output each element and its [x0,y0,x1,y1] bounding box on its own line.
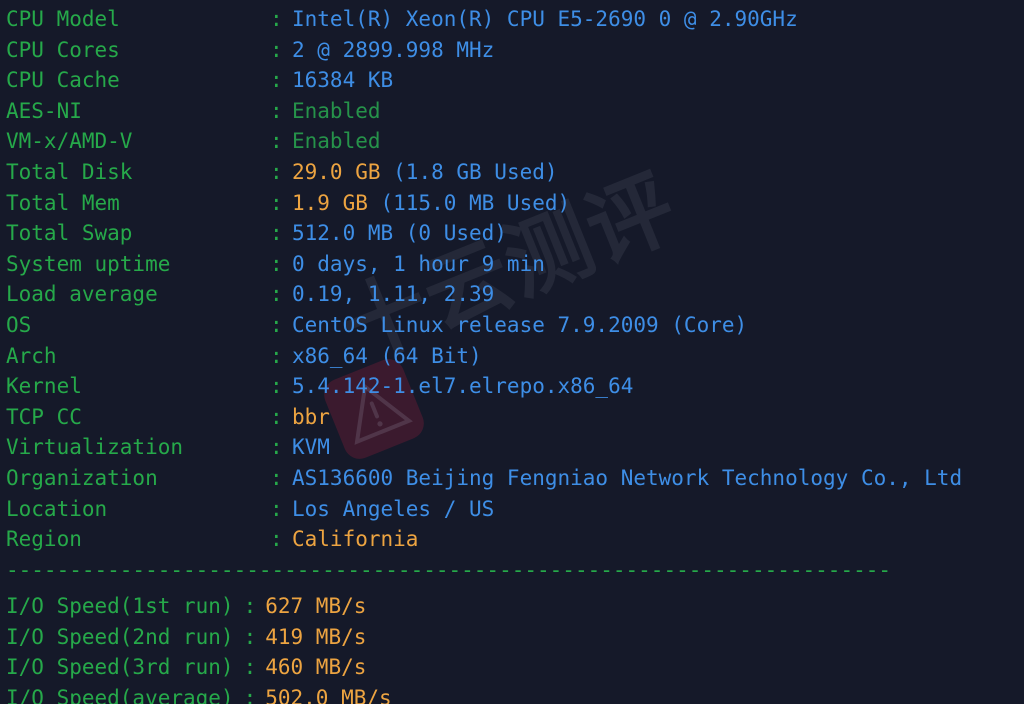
info-row-label: CPU Cache [6,68,120,93]
io-speed-row-colon: : [243,686,257,704]
io-speed-row-label: I/O Speed(2nd run) [6,624,234,649]
info-row-label: TCP CC [6,404,82,429]
info-row-label: Kernel [6,374,82,399]
io-speed-row-value: 460 MB/s [265,655,367,680]
info-row-label: Arch [6,343,57,368]
terminal-output: 十云测评 CPU Model: Intel(R) Xeon(R) CPU E5-2… [0,0,1024,704]
info-row: Region: California [0,524,1024,555]
info-row-value-secondary: (115.0 MB Used) [367,190,571,215]
info-row-colon: : [270,7,283,31]
info-row-value: Enabled [292,98,381,123]
info-row-value: California [292,527,419,552]
info-row-colon: : [270,221,283,246]
info-row: Virtualization: KVM [0,432,1024,463]
separator-line: ----------------------------------------… [6,557,892,582]
info-row-value: AS136600 Beijing Fengniao Network Techno… [292,465,963,490]
io-speed-row-label: I/O Speed(3rd run) [6,655,234,680]
info-row-label: AES-NI [6,98,82,123]
info-row-label: VM-x/AMD-V [6,129,133,154]
info-row: VM-x/AMD-V: Enabled [0,126,1024,157]
info-row-value: 5.4.142-1.el7.elrepo.x86_64 [292,374,634,399]
info-row: Arch: x86_64 (64 Bit) [0,341,1024,372]
info-row-value: KVM [292,435,330,460]
io-speed-row-label: I/O Speed(1st run) [6,594,234,619]
info-row-colon: : [270,98,283,123]
info-row-colon: : [270,312,283,337]
io-speed-row-colon: : [243,655,257,680]
info-row-label: Region [6,527,82,552]
info-row: OS: CentOS Linux release 7.9.2009 (Core) [0,310,1024,341]
info-row-label: Load average [6,282,158,307]
info-row-colon: : [270,251,283,276]
info-row-value: Intel(R) Xeon(R) CPU E5-2690 0 @ 2.90GHz [292,7,798,31]
info-row-colon: : [270,129,283,154]
info-row: Kernel:5.4.142-1.el7.elrepo.x86_64 [0,371,1024,402]
info-row-value: 29.0 GB [292,159,381,184]
info-row-value: 2 @ 2899.998 MHz [292,37,495,62]
info-row-label: Total Disk [6,159,133,184]
info-row: Organization: AS136600 Beijing Fengniao N… [0,463,1024,494]
info-row-value: x86_64 (64 Bit) [292,343,482,368]
io-speed-row-colon: : [243,624,257,649]
info-row-value: bbr [292,404,330,429]
io-speed-row-label: I/O Speed(average) [6,686,234,704]
info-row: CPU Cores:2 @ 2899.998 MHz [0,35,1024,66]
system-info-block: CPU Model: Intel(R) Xeon(R) CPU E5-2690 0… [0,4,1024,555]
info-row-value: 0.19, 1.11, 2.39 [292,282,495,307]
info-row-label: CPU Model [6,7,120,31]
io-speed-row: I/O Speed(2nd run):419 MB/s [0,622,1024,653]
info-row-colon: : [270,374,283,399]
info-row-value: Enabled [292,129,381,154]
info-row: Load average:0.19, 1.11, 2.39 [0,279,1024,310]
info-row-value: 16384 KB [292,68,394,93]
info-row-colon: : [270,190,283,215]
info-row-label: Location [6,496,108,521]
info-row-colon: : [270,37,283,62]
info-row: CPU Cache:16384 KB [0,65,1024,96]
io-speed-row: I/O Speed(3rd run):460 MB/s [0,652,1024,683]
info-row-colon: : [270,68,283,93]
info-row: AES-NI: Enabled [0,96,1024,127]
info-row-colon: : [270,465,283,490]
info-row-label: CPU Cores [6,37,120,62]
io-speed-row: I/O Speed(average):502.0 MB/s [0,683,1024,704]
info-row-label: System uptime [6,251,171,276]
info-row: Total Mem:1.9 GB (115.0 MB Used) [0,188,1024,219]
info-row-label: Total Swap [6,221,133,246]
info-row-colon: : [270,282,283,307]
info-row: System uptime:0 days, 1 hour 9 min [0,249,1024,280]
io-speed-row-value: 627 MB/s [265,594,367,619]
info-row-colon: : [270,435,283,460]
info-row-value: Los Angeles / US [292,496,495,521]
info-row-label: OS [6,312,32,337]
info-row-value-secondary: (1.8 GB Used) [380,159,558,184]
io-speed-row-value: 502.0 MB/s [265,686,392,704]
io-speed-block: I/O Speed(1st run):627 MB/s I/O Speed(2nd… [0,591,1024,704]
io-speed-row: I/O Speed(1st run):627 MB/s [0,591,1024,622]
info-row-label: Organization [6,465,158,490]
info-row: CPU Model: Intel(R) Xeon(R) CPU E5-2690 0… [0,4,1024,35]
info-row-value: 1.9 GB [292,190,368,215]
info-row-label: Virtualization [6,435,184,460]
info-row-value: CentOS Linux release 7.9.2009 (Core) [292,312,748,337]
info-row-colon: : [270,404,283,429]
io-speed-row-colon: : [243,594,257,619]
info-row-colon: : [270,159,283,184]
info-row-colon: : [270,527,283,552]
info-row-value: 512.0 MB (0 Used) [292,221,507,246]
info-row: Total Swap:512.0 MB (0 Used) [0,218,1024,249]
io-speed-row-value: 419 MB/s [265,624,367,649]
info-row: Total Disk:29.0 GB (1.8 GB Used) [0,157,1024,188]
info-row-label: Total Mem [6,190,120,215]
info-row: TCP CC: bbr [0,402,1024,433]
info-row-colon: : [270,496,283,521]
info-row-colon: : [270,343,283,368]
info-row: Location: Los Angeles / US [0,494,1024,525]
info-row-value: 0 days, 1 hour 9 min [292,251,545,276]
